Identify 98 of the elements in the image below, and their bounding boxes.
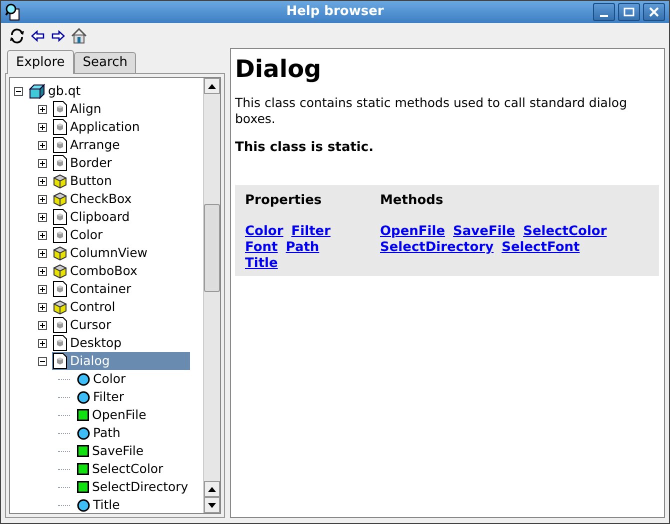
cube-icon bbox=[53, 300, 67, 314]
document-cube-icon bbox=[53, 119, 67, 135]
home-icon[interactable] bbox=[71, 28, 87, 44]
tree-item[interactable]: Color bbox=[76, 370, 130, 388]
tree-item[interactable]: Desktop bbox=[52, 334, 126, 352]
circle-icon bbox=[77, 498, 90, 512]
document-cube-icon bbox=[53, 353, 67, 369]
section-heading: Methods bbox=[380, 192, 444, 210]
tab[interactable]: Search bbox=[74, 52, 136, 73]
refresh-icon[interactable] bbox=[9, 28, 25, 44]
document-cube-icon bbox=[53, 155, 67, 171]
tree-item[interactable]: SelectColor bbox=[76, 460, 168, 478]
tree-item[interactable]: Control bbox=[52, 298, 120, 316]
scroll-down-icon[interactable] bbox=[208, 502, 216, 508]
expand-icon[interactable] bbox=[38, 338, 47, 348]
tree-item[interactable]: Application bbox=[52, 118, 144, 136]
tree-item[interactable]: Clipboard bbox=[52, 208, 134, 226]
document-cube-icon bbox=[53, 209, 67, 225]
forward-arrow-icon[interactable] bbox=[51, 30, 65, 42]
doc-link[interactable]: SaveFile bbox=[453, 224, 516, 240]
expand-icon[interactable] bbox=[38, 104, 47, 114]
doc-link[interactable]: Title bbox=[245, 256, 278, 272]
doc-link[interactable]: Font bbox=[245, 240, 278, 256]
scroll-up-icon[interactable] bbox=[208, 486, 216, 492]
tree-item[interactable]: Arrange bbox=[52, 136, 124, 154]
tree-item[interactable]: gb.qt bbox=[28, 82, 85, 100]
expand-icon[interactable] bbox=[38, 284, 47, 294]
description: This class contains static methods used to call standard dialog boxes. bbox=[235, 95, 628, 127]
document-cube-icon bbox=[53, 317, 67, 333]
cube-icon bbox=[53, 174, 67, 188]
maximize-button[interactable] bbox=[618, 3, 640, 21]
expand-icon[interactable] bbox=[38, 248, 47, 258]
minimize-button[interactable] bbox=[593, 3, 615, 21]
tree-item[interactable]: CheckBox bbox=[52, 190, 136, 208]
tree-item[interactable]: ComboBox bbox=[52, 262, 142, 280]
expand-icon[interactable] bbox=[38, 176, 47, 186]
square-icon bbox=[77, 481, 89, 493]
tree-item[interactable]: Title bbox=[76, 496, 124, 513]
tree-item[interactable]: SaveFile bbox=[76, 442, 148, 460]
expand-icon[interactable] bbox=[38, 266, 47, 276]
expand-icon[interactable] bbox=[38, 122, 47, 132]
document-cube-icon bbox=[53, 137, 67, 153]
document-cube-icon bbox=[53, 227, 67, 243]
scrollbar[interactable] bbox=[203, 78, 220, 513]
doc-link[interactable]: Path bbox=[286, 240, 320, 256]
doc-link[interactable]: Color bbox=[245, 224, 284, 240]
static-note: This class is static. bbox=[235, 139, 375, 157]
cubes-icon bbox=[29, 83, 45, 99]
circle-icon bbox=[77, 426, 90, 440]
back-arrow-icon[interactable] bbox=[31, 30, 45, 42]
close-button[interactable] bbox=[643, 3, 665, 21]
doc-link[interactable]: Filter bbox=[291, 224, 331, 240]
collapse-icon[interactable] bbox=[38, 356, 47, 366]
circle-icon bbox=[77, 390, 90, 404]
tree-item[interactable]: Align bbox=[52, 100, 106, 118]
collapse-icon[interactable] bbox=[14, 86, 23, 96]
window-title: Help browser bbox=[285, 3, 385, 22]
expand-icon[interactable] bbox=[38, 230, 47, 240]
tree-item[interactable]: SelectDirectory bbox=[76, 478, 192, 496]
tree-item[interactable]: Dialog bbox=[52, 352, 190, 370]
maximize-icon bbox=[623, 7, 635, 17]
tree-item[interactable]: Container bbox=[52, 280, 136, 298]
cube-icon bbox=[53, 192, 67, 206]
expand-icon[interactable] bbox=[38, 320, 47, 330]
section-heading: Properties bbox=[245, 192, 323, 210]
doc-link[interactable]: SelectFont bbox=[502, 240, 580, 256]
doc-link[interactable]: SelectDirectory bbox=[380, 240, 494, 256]
scroll-up-icon[interactable] bbox=[208, 84, 216, 88]
square-icon bbox=[77, 445, 89, 457]
document-cube-icon bbox=[53, 101, 67, 117]
doc-link[interactable]: SelectColor bbox=[523, 224, 607, 240]
tree-item[interactable]: Color bbox=[52, 226, 107, 244]
expand-icon[interactable] bbox=[38, 194, 47, 204]
tree-item[interactable]: Filter bbox=[76, 388, 128, 406]
circle-icon bbox=[77, 372, 90, 386]
expand-icon[interactable] bbox=[38, 212, 47, 222]
scrollbar-thumb[interactable] bbox=[204, 204, 220, 292]
tree-item[interactable]: OpenFile bbox=[76, 406, 150, 424]
document-cube-icon bbox=[53, 335, 67, 351]
expand-icon[interactable] bbox=[38, 140, 47, 150]
square-icon bbox=[77, 463, 89, 475]
tree-item[interactable]: Path bbox=[76, 424, 124, 442]
tree-item[interactable]: Cursor bbox=[52, 316, 116, 334]
minimize-icon bbox=[600, 15, 608, 17]
expand-icon[interactable] bbox=[38, 302, 47, 312]
expand-icon[interactable] bbox=[38, 158, 47, 168]
cube-icon bbox=[53, 264, 67, 278]
cube-icon bbox=[53, 246, 67, 260]
tree-item[interactable]: ColumnView bbox=[52, 244, 152, 262]
close-icon bbox=[648, 7, 660, 17]
tree-item[interactable]: Border bbox=[52, 154, 116, 172]
tab[interactable]: Explore bbox=[7, 50, 74, 74]
page-title: Dialog bbox=[235, 55, 322, 83]
doc-link[interactable]: OpenFile bbox=[380, 224, 446, 240]
magnifier-icon bbox=[5, 3, 21, 21]
tree-item[interactable]: Button bbox=[52, 172, 116, 190]
square-icon bbox=[77, 409, 89, 421]
document-cube-icon bbox=[53, 281, 67, 297]
